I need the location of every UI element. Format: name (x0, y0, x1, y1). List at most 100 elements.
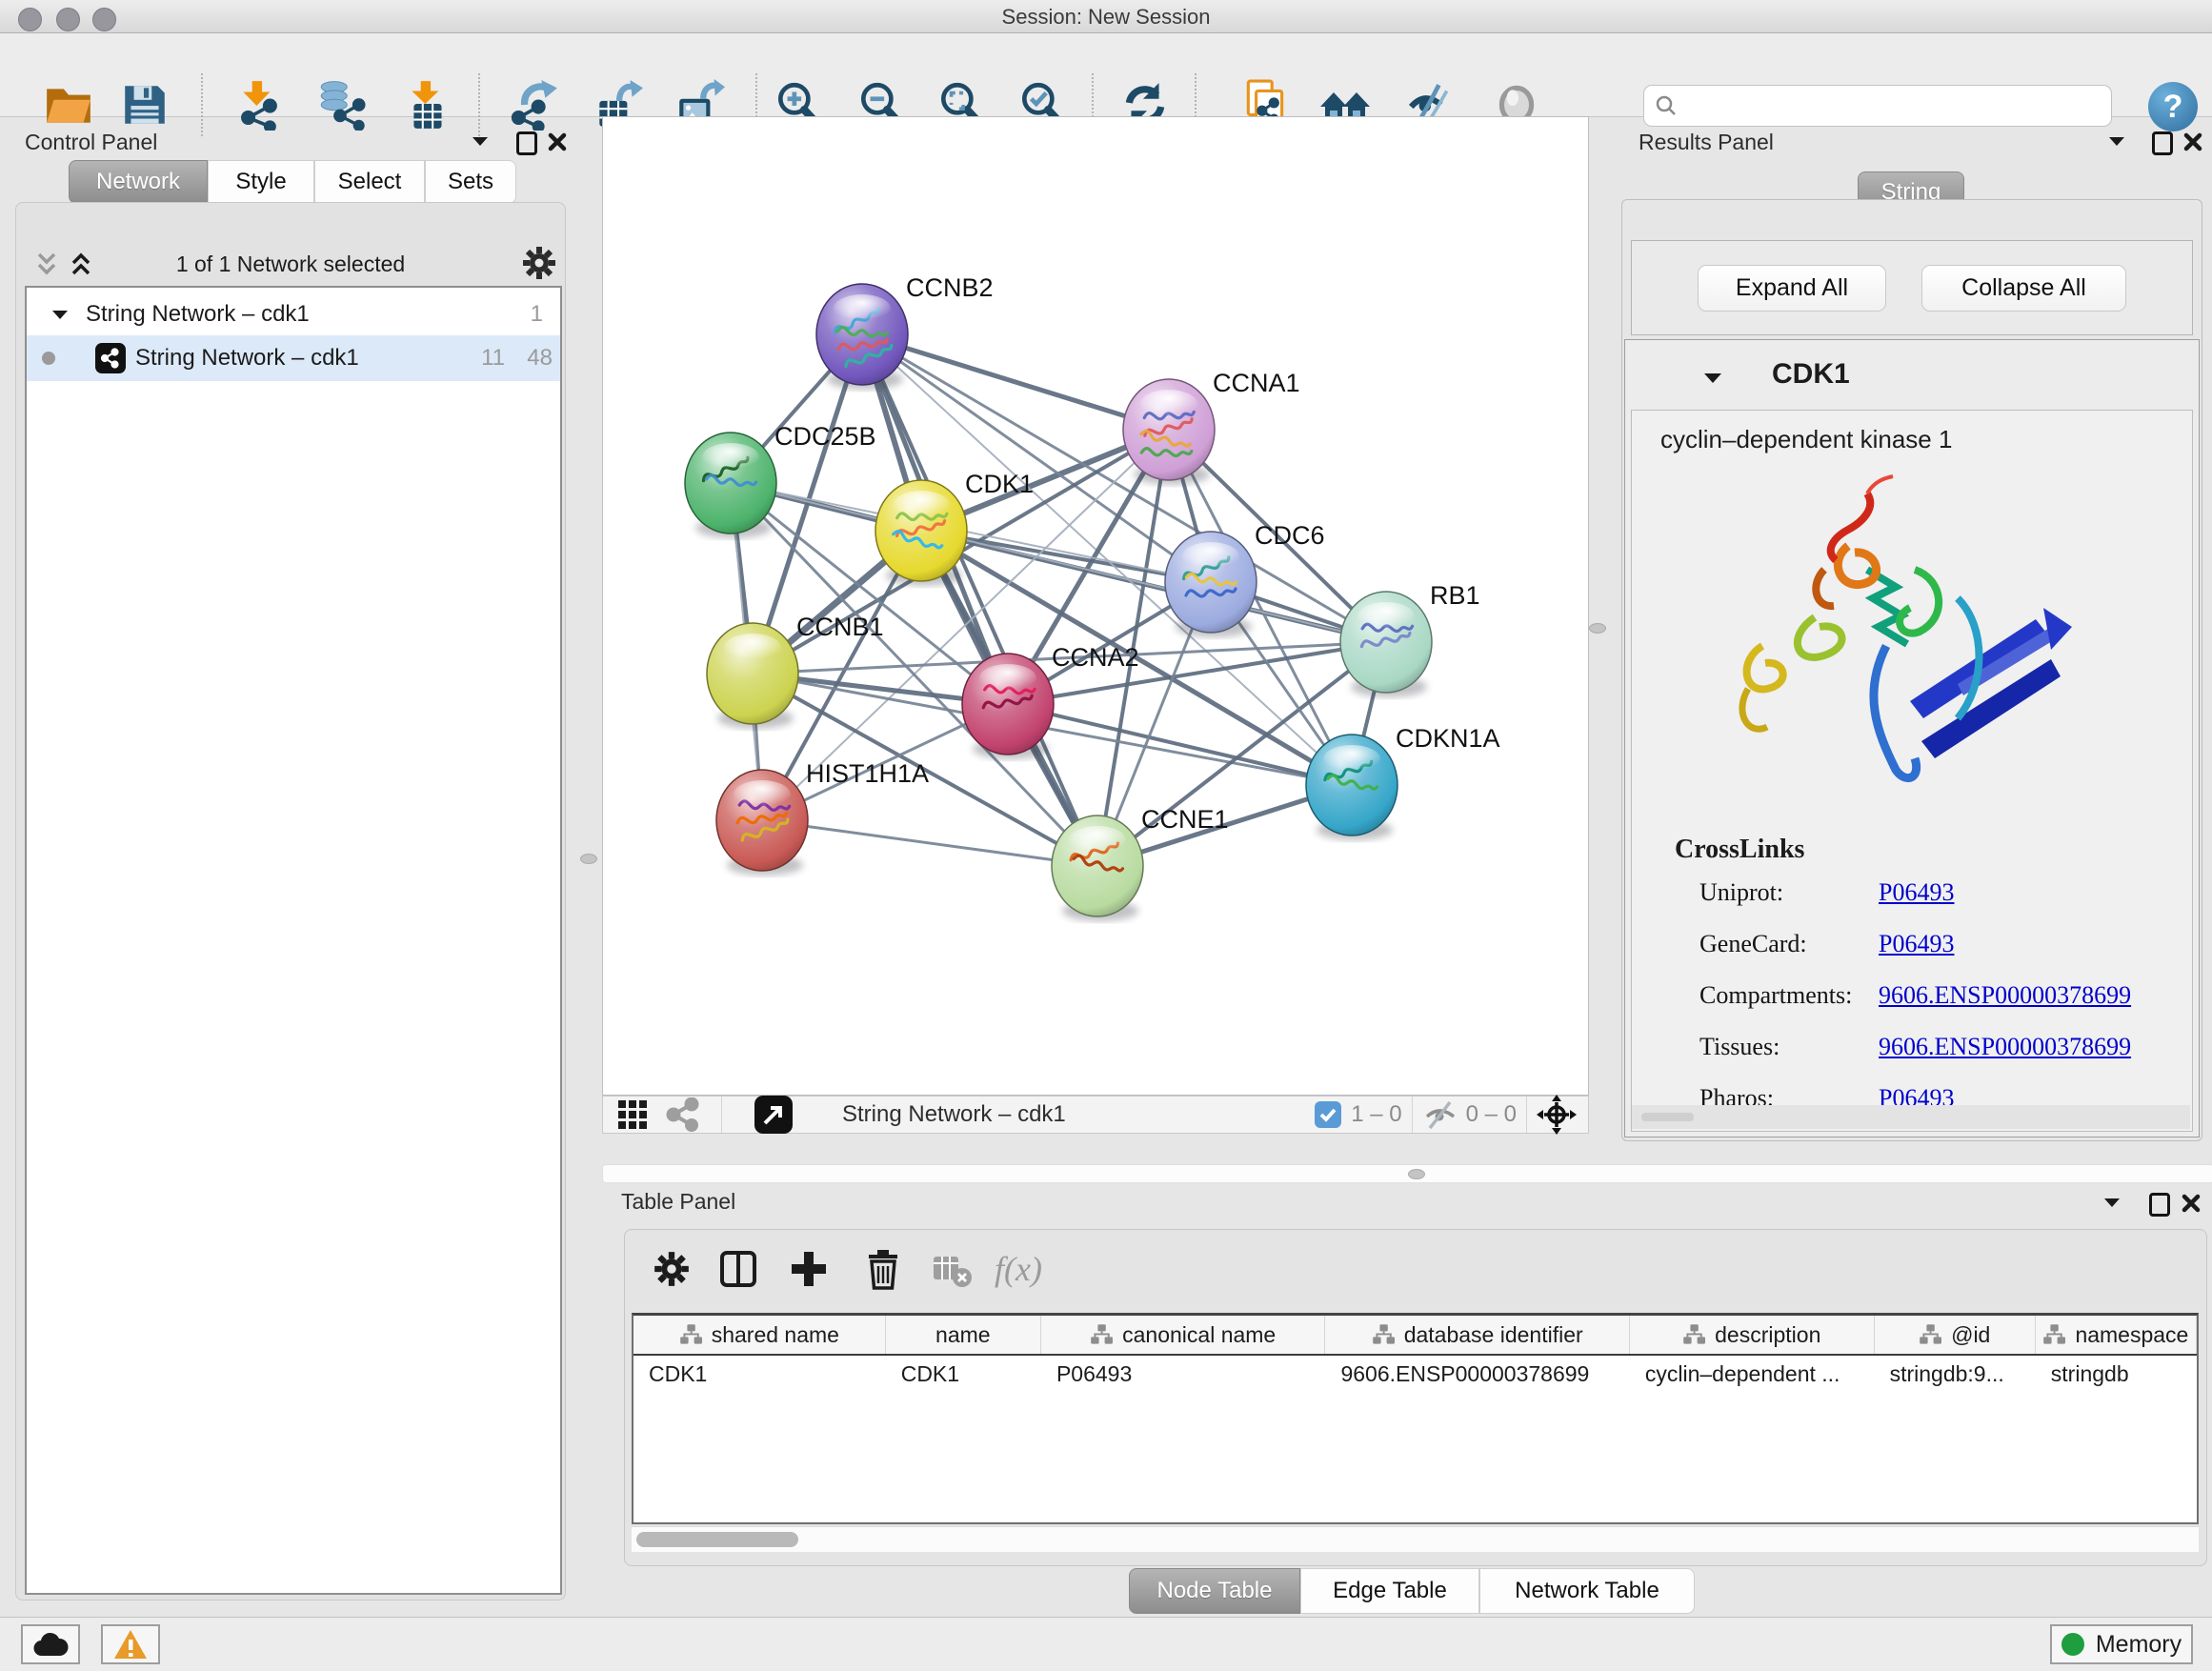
network-view-canvas[interactable]: CCNB2CCNA1CDC25BCDK1CDC6RB1CCNB1CCNA2CDK… (602, 116, 1589, 1096)
table-options-gear-icon[interactable] (646, 1243, 697, 1295)
search-input[interactable] (1679, 92, 2092, 119)
crosslink-label: GeneCard: (1699, 930, 1879, 958)
network-node-CCNE1[interactable]: CCNE1 (1052, 805, 1229, 921)
column-header[interactable]: @id (1875, 1316, 2036, 1354)
node-label: RB1 (1430, 581, 1480, 610)
tab-sets[interactable]: Sets (425, 160, 516, 204)
crosslink-link[interactable]: P06493 (1879, 930, 1954, 958)
vertical-splitter-handle[interactable] (1589, 623, 1606, 634)
share-network-icon[interactable] (666, 1097, 700, 1132)
network-edge[interactable] (1008, 704, 1352, 785)
network-node-CDC25B[interactable]: CDC25B (685, 422, 876, 538)
table-row[interactable]: CDK1CDK1P064939606.ENSP00000378699cyclin… (633, 1356, 2197, 1392)
search-field[interactable] (1643, 85, 2112, 127)
tab-edge-table[interactable]: Edge Table (1300, 1568, 1479, 1614)
column-header[interactable]: database identifier (1325, 1316, 1629, 1354)
export-network-icon[interactable] (508, 77, 561, 132)
results-scroll-thumb[interactable] (1641, 1113, 1694, 1121)
cloud-status-button[interactable] (21, 1624, 80, 1664)
column-header[interactable]: namespace (2036, 1316, 2197, 1354)
control-panel-close-icon[interactable] (547, 131, 568, 152)
network-node-HIST1H1A[interactable]: HIST1H1A (716, 759, 929, 876)
horizontal-splitter[interactable] (602, 1164, 2212, 1183)
table-cell[interactable]: cyclin–dependent ... (1630, 1356, 1875, 1392)
help-icon[interactable]: ? (2148, 82, 2198, 131)
network-node-CDKN1A[interactable]: CDKN1A (1306, 724, 1500, 840)
selected-nodes-checkbox-icon[interactable] (1315, 1101, 1341, 1128)
table-cell[interactable]: stringdb (2036, 1356, 2197, 1392)
vertical-splitter-handle[interactable] (580, 854, 597, 864)
expand-all-networks-icon[interactable] (67, 250, 95, 278)
network-tree-root-row[interactable]: String Network – cdk1 1 (27, 293, 560, 335)
grid-view-icon[interactable] (616, 1098, 649, 1131)
control-panel-float-icon[interactable] (516, 131, 537, 155)
delete-column-icon[interactable] (857, 1243, 909, 1295)
network-node-CCNA1[interactable]: CCNA1 (1123, 369, 1300, 485)
tab-network[interactable]: Network (69, 160, 208, 204)
results-panel-menu-icon[interactable] (2108, 135, 2125, 147)
expand-all-button[interactable]: Expand All (1698, 265, 1886, 312)
collapse-all-button[interactable]: Collapse All (1921, 265, 2126, 312)
memory-status-button[interactable]: Memory (2050, 1624, 2193, 1664)
import-table-from-file-icon[interactable] (402, 77, 455, 132)
column-header[interactable]: name (886, 1316, 1041, 1354)
import-network-from-database-icon[interactable] (314, 77, 368, 132)
horizontal-splitter-handle[interactable] (1408, 1169, 1425, 1179)
table-horizontal-scrollbar[interactable] (632, 1526, 2199, 1552)
toolbar-separator (201, 73, 203, 136)
network-tree-row-selected[interactable]: String Network – cdk1 11 48 (27, 335, 560, 381)
collapse-gene-icon[interactable] (1703, 372, 1722, 384)
crosslink-link[interactable]: 9606.ENSP00000378699 (1879, 1033, 2131, 1061)
table-cell[interactable]: stringdb:9... (1875, 1356, 2036, 1392)
network-options-gear-icon[interactable] (520, 244, 558, 282)
network-edge[interactable] (862, 334, 1169, 430)
network-node-RB1[interactable]: RB1 (1340, 581, 1480, 697)
delete-table-icon[interactable] (926, 1243, 977, 1295)
hidden-elements-icon[interactable] (1422, 1098, 1458, 1131)
table-panel-close-icon[interactable] (2181, 1193, 2202, 1214)
node-label: CCNA2 (1052, 643, 1139, 672)
warning-status-button[interactable] (101, 1624, 160, 1664)
network-label: String Network – cdk1 (135, 345, 359, 372)
crosslink-link[interactable]: 9606.ENSP00000378699 (1879, 981, 2131, 1010)
tab-style[interactable]: Style (208, 160, 314, 204)
tab-select[interactable]: Select (314, 160, 425, 204)
crosslink-row: GeneCard:P06493 (1699, 930, 2176, 958)
results-panel-close-icon[interactable] (2182, 131, 2203, 152)
results-scroll-strip[interactable] (1632, 1105, 2190, 1129)
network-node-CCNB2[interactable]: CCNB2 (816, 273, 994, 390)
collapse-all-networks-icon[interactable] (32, 250, 61, 278)
collapse-arrow-icon[interactable] (51, 309, 69, 320)
tab-network-table[interactable]: Network Table (1479, 1568, 1695, 1614)
table-cell[interactable]: P06493 (1041, 1356, 1326, 1392)
crosslink-row: Compartments:9606.ENSP00000378699 (1699, 981, 2176, 1010)
table-cell[interactable]: CDK1 (886, 1356, 1041, 1392)
network-collection-label: String Network – cdk1 (86, 301, 310, 328)
add-column-icon[interactable] (783, 1243, 835, 1295)
function-builder-icon[interactable]: f(x) (993, 1243, 1044, 1295)
import-network-from-file-icon[interactable] (233, 77, 287, 132)
table-panel-menu-icon[interactable] (2103, 1197, 2121, 1208)
search-icon (1654, 93, 1679, 118)
network-graph[interactable]: CCNB2CCNA1CDC25BCDK1CDC6RB1CCNB1CCNA2CDK… (603, 117, 1588, 1095)
results-panel-float-icon[interactable] (2152, 131, 2173, 155)
column-header[interactable]: canonical name (1041, 1316, 1326, 1354)
save-session-icon[interactable] (118, 77, 171, 132)
birdseye-view-icon[interactable] (754, 1096, 793, 1134)
network-edge[interactable] (762, 820, 1097, 866)
open-session-icon[interactable] (42, 77, 95, 132)
scrollbar-thumb[interactable] (636, 1532, 798, 1547)
table-cell[interactable]: CDK1 (633, 1356, 886, 1392)
tab-node-table[interactable]: Node Table (1129, 1568, 1300, 1614)
column-header[interactable]: description (1630, 1316, 1875, 1354)
control-panel-menu-icon[interactable] (472, 135, 489, 147)
crosslink-link[interactable]: P06493 (1879, 878, 1954, 907)
fit-selected-crosshair-icon[interactable] (1537, 1095, 1577, 1135)
table-panel-float-icon[interactable] (2149, 1193, 2170, 1217)
column-header[interactable]: shared name (633, 1316, 886, 1354)
table-cell[interactable]: 9606.ENSP00000378699 (1325, 1356, 1629, 1392)
column-header-label: database identifier (1404, 1322, 1583, 1348)
network-node-CCNB1[interactable]: CCNB1 (707, 613, 884, 729)
column-header-label: canonical name (1122, 1322, 1276, 1348)
show-columns-icon[interactable] (713, 1243, 764, 1295)
